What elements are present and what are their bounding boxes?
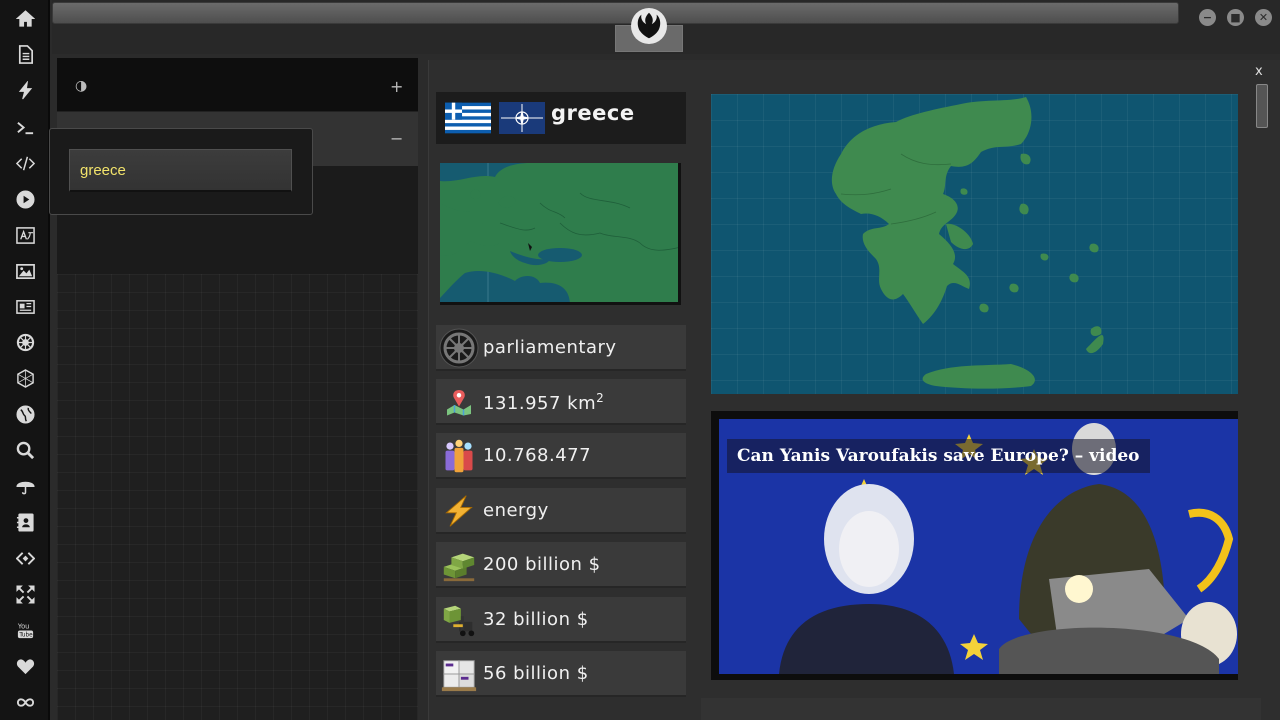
hexagon-icon[interactable] (13, 366, 37, 390)
contacts-icon[interactable] (13, 510, 37, 534)
diamond-code-icon[interactable] (13, 546, 37, 570)
area-number: 131.957 km (483, 393, 597, 414)
news-card[interactable]: Can Yanis Varoufakis save Europe? – vide… (711, 411, 1238, 680)
panel-close-button[interactable]: x (1255, 64, 1263, 79)
globe-icon[interactable] (13, 402, 37, 426)
government-row: parliamentary (436, 325, 686, 371)
image-icon[interactable] (13, 259, 37, 283)
expand-icon[interactable] (13, 582, 37, 606)
area-unit-superscript: 2 (596, 391, 605, 405)
population-icon (439, 436, 479, 476)
forklift-money-icon (439, 600, 479, 640)
nato-flag-icon (499, 102, 545, 134)
newspaper-icon[interactable] (13, 294, 37, 318)
bottom-strip (701, 698, 1261, 720)
energy-bolt-icon (439, 491, 479, 531)
heart-icon[interactable] (13, 654, 37, 678)
left-icon-bar: You Tube (0, 0, 50, 720)
address-bar[interactable] (52, 2, 1179, 24)
exports-row: 56 billion $ (436, 651, 686, 697)
scrollbar-thumb[interactable] (1256, 84, 1268, 128)
news-title[interactable]: Can Yanis Varoufakis save Europe? – vide… (727, 439, 1150, 473)
search-icon[interactable] (13, 438, 37, 462)
lightning-icon[interactable] (13, 78, 37, 102)
country-map[interactable] (711, 94, 1238, 394)
country-name: greece (551, 101, 635, 125)
gdp-row: 200 billion $ (436, 542, 686, 588)
svg-text:You: You (16, 622, 28, 630)
document-icon[interactable] (13, 42, 37, 66)
close-window-button[interactable]: ✕ (1255, 9, 1272, 26)
minus-icon[interactable]: − (390, 129, 403, 148)
area-row: 131.957 km2 (436, 379, 686, 425)
infinity-icon[interactable] (13, 690, 37, 714)
translate-icon[interactable] (13, 223, 37, 247)
code-icon[interactable] (13, 151, 37, 175)
empire-emblem-icon (439, 328, 479, 368)
exports-value: 56 billion $ (483, 663, 589, 684)
rebel-alliance-icon[interactable] (631, 8, 667, 44)
shipping-boxes-icon (439, 654, 479, 694)
contrast-icon[interactable]: ◑ (75, 78, 87, 94)
empire-icon[interactable] (13, 330, 37, 354)
map-pin-icon (439, 382, 479, 422)
country-search-input[interactable] (69, 149, 292, 192)
terminal-icon[interactable] (13, 115, 37, 139)
population-row: 10.768.477 (436, 433, 686, 479)
news-image[interactable]: Can Yanis Varoufakis save Europe? – vide… (719, 419, 1238, 674)
imports-value: 32 billion $ (483, 609, 589, 630)
panel-header: ◑ + (57, 58, 418, 112)
energy-row: energy (436, 488, 686, 534)
maximize-button[interactable]: ■ (1227, 9, 1244, 26)
minimize-button[interactable]: − (1199, 9, 1216, 26)
youtube-icon[interactable]: You Tube (13, 618, 37, 642)
area-value: 131.957 km2 (483, 391, 604, 414)
money-stack-icon (439, 545, 479, 585)
greece-flag-icon (445, 102, 491, 134)
search-box (49, 128, 313, 215)
government-type: parliamentary (483, 337, 617, 358)
energy-label: energy (483, 500, 549, 521)
europe-minimap[interactable] (440, 163, 681, 305)
play-icon[interactable] (13, 187, 37, 211)
home-icon[interactable] (13, 6, 37, 30)
svg-text:Tube: Tube (18, 632, 33, 638)
imports-row: 32 billion $ (436, 597, 686, 643)
umbrella-icon[interactable] (13, 474, 37, 498)
country-header: greece (436, 92, 686, 144)
plus-icon[interactable]: + (390, 77, 403, 96)
gdp-value: 200 billion $ (483, 554, 601, 575)
population-value: 10.768.477 (483, 445, 592, 466)
